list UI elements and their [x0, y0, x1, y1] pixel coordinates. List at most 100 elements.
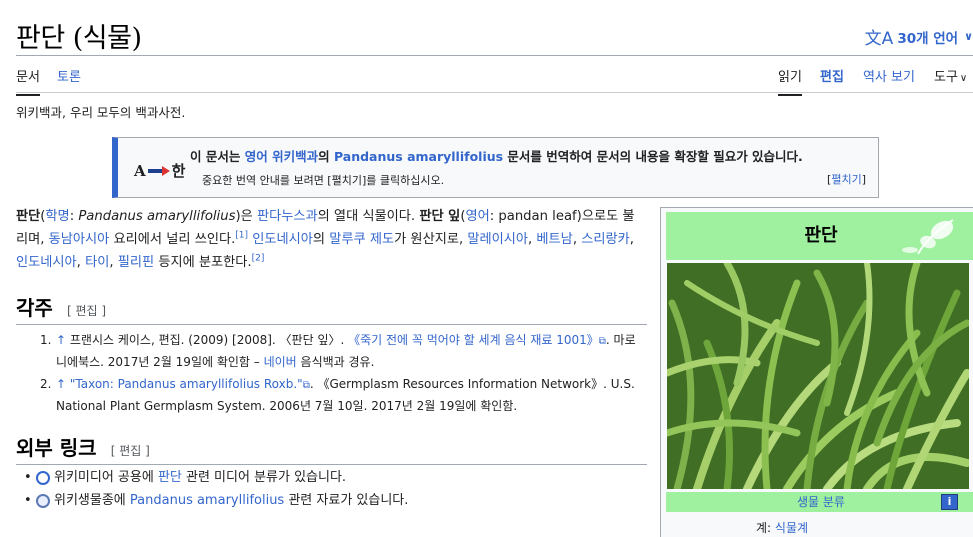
notice-text: 이 문서는: [190, 149, 245, 164]
notice-text: 문서를 번역하여 문서의 내용을 확장할 필요가 있습니다.: [503, 149, 803, 164]
expand-toggle[interactable]: [펼치기]: [827, 171, 866, 187]
term-bold: 판단 잎: [419, 209, 461, 224]
chevron-down-icon: ∨: [959, 73, 968, 84]
naver-link[interactable]: 네이버: [264, 355, 297, 369]
reference-item: 1. ↑ 프랜시스 케이스, 편집. (2009) [2008]. 〈판단 잎〉…: [40, 330, 640, 373]
backlink-arrow[interactable]: ↑: [56, 377, 66, 391]
expand-link[interactable]: 펼치기: [831, 173, 861, 186]
info-icon[interactable]: i: [941, 494, 958, 510]
translation-notice: A 한 이 문서는 영어 위키백과의 Pandanus amaryllifoli…: [112, 137, 879, 198]
ref-external-link[interactable]: "Taxon: Pandanus amaryllifolius Roxb.": [66, 377, 303, 391]
kingdom-row: 계: 식물계: [756, 519, 808, 536]
item-text: 관련 자료가 있습니다.: [284, 493, 409, 508]
external-link-icon: ⧉: [598, 336, 606, 347]
family-link[interactable]: 판다누스과: [257, 209, 318, 224]
section-title: 각주: [16, 296, 53, 320]
text: ,: [109, 255, 118, 270]
backlink-arrow[interactable]: ↑: [56, 333, 66, 347]
english-link[interactable]: 영어: [465, 209, 489, 224]
list-item: 위키미디어 공용에 판단 관련 미디어 분류가 있습니다.: [24, 466, 644, 489]
plant-photo: [667, 263, 969, 489]
vietnam-link[interactable]: 베트남: [536, 232, 572, 247]
text: )은: [235, 209, 257, 224]
page-title: 판단 (식물): [16, 23, 142, 54]
external-link-icon: ⧉: [302, 380, 310, 391]
item-text: 위키생물종에: [54, 493, 130, 508]
text: ,: [76, 255, 86, 270]
wikispecies-link[interactable]: Pandanus amaryllifolius: [130, 493, 284, 508]
notice-icon-from: A: [134, 161, 146, 180]
translate-icon: 文A: [864, 29, 894, 49]
wikispecies-icon: [36, 494, 50, 508]
text: 의 열대 식물이다.: [317, 209, 420, 224]
tab-read[interactable]: 읽기: [778, 66, 802, 96]
ref-number: 2.: [40, 377, 52, 391]
text: 등지에 분포한다.: [154, 255, 252, 270]
section-edit-link[interactable]: [ 편집 ]: [67, 304, 106, 318]
item-text: 위키미디어 공용에: [54, 470, 158, 485]
kingdom-link[interactable]: 식물계: [775, 521, 808, 535]
philippines-link[interactable]: 필리핀: [118, 255, 154, 270]
notice-text: 의: [318, 149, 334, 164]
notice-icon-to: 한: [171, 162, 186, 180]
commons-link[interactable]: 판단: [158, 470, 182, 485]
infobox: 판단 생물 분류 i 계: 식물계: [660, 207, 973, 537]
title-bar: 판단 (식물) 文A 30개 언어 ∨: [16, 0, 973, 56]
notice-main-text: 이 문서는 영어 위키백과의 Pandanus amaryllifolius 문…: [190, 146, 803, 165]
tabs-bar: 문서 토론 읽기 편집 역사 보기 도구 ∨: [16, 57, 973, 96]
intro-paragraph: 판단(학명: Pandanus amaryllifolius)은 판다누스과의 …: [16, 205, 646, 274]
ref-text: 음식백과 경유.: [296, 355, 375, 369]
section-title: 외부 링크: [16, 436, 97, 460]
text: 의: [312, 232, 330, 247]
scientific-name: Pandanus amaryllifolius: [78, 209, 236, 224]
text: ,: [572, 232, 582, 247]
text: 요리에서 널리 쓰인다.: [109, 232, 236, 247]
reference-item: 2. ↑ "Taxon: Pandanus amaryllifolius Rox…: [40, 374, 640, 417]
ref-external-link[interactable]: 《죽기 전에 꼭 먹어야 할 세계 음식 재료 1001》: [348, 333, 599, 347]
item-text: 관련 미디어 분류가 있습니다.: [181, 470, 347, 485]
external-links-list: 위키미디어 공용에 판단 관련 미디어 분류가 있습니다. 위키생물종에 Pan…: [24, 466, 644, 512]
citation-link[interactable]: [1]: [235, 231, 248, 241]
source-article-link[interactable]: Pandanus amaryllifolius: [334, 149, 503, 164]
language-count: 30개 언어: [897, 30, 959, 47]
infobox-title-text: 판단: [804, 225, 838, 246]
tab-tools[interactable]: 도구 ∨: [934, 66, 967, 94]
southeast-asia-link[interactable]: 동남아시아: [49, 232, 110, 247]
citation-link[interactable]: [2]: [252, 254, 265, 264]
infobox-title: 판단: [666, 212, 973, 260]
ref-text: 프랜시스 케이스, 편집. (2009) [2008]. 〈판단 잎〉.: [66, 333, 349, 347]
tab-history[interactable]: 역사 보기: [863, 66, 915, 94]
tools-label: 도구: [934, 70, 958, 85]
pandan-plant-image[interactable]: [667, 263, 969, 489]
classification-link[interactable]: 생물 분류: [797, 495, 845, 509]
translate-arrow-icon: A 한: [134, 160, 185, 181]
tab-edit[interactable]: 편집: [820, 66, 844, 94]
text: ,: [629, 232, 634, 247]
text: 가 원산지로,: [394, 232, 468, 247]
malaysia-link[interactable]: 말레이시아: [467, 232, 528, 247]
kingdom-label: 계:: [756, 521, 772, 535]
sri-lanka-link[interactable]: 스리랑카: [581, 232, 630, 247]
indonesia-link[interactable]: 인도네시아: [16, 255, 77, 270]
references-list: 1. ↑ 프랜시스 케이스, 편집. (2009) [2008]. 〈판단 잎〉…: [40, 330, 640, 418]
plant-leaf-icon: [902, 219, 954, 255]
red-arrow-icon: [147, 165, 170, 176]
maluku-link[interactable]: 말루쿠 제도: [329, 232, 394, 247]
references-heading: 각주 [ 편집 ]: [16, 292, 647, 325]
ref-number: 1.: [40, 333, 52, 347]
site-tagline: 위키백과, 우리 모두의 백과사전.: [16, 105, 186, 120]
binomial-link[interactable]: 학명: [45, 209, 69, 224]
term-bold: 판단: [16, 209, 41, 224]
list-item: 위키생물종에 Pandanus amaryllifolius 관련 자료가 있습…: [24, 489, 644, 512]
section-edit-link[interactable]: [ 편집 ]: [111, 444, 150, 458]
chevron-down-icon: ∨: [964, 30, 973, 43]
english-wikipedia-link[interactable]: 영어 위키백과: [245, 149, 318, 164]
language-button[interactable]: 文A 30개 언어 ∨: [865, 24, 973, 49]
tab-article[interactable]: 문서: [16, 66, 40, 96]
thailand-link[interactable]: 타이: [85, 255, 109, 270]
indonesia-link[interactable]: 인도네시아: [252, 232, 313, 247]
classification-header: 생물 분류 i: [666, 492, 973, 512]
notice-subtext: 중요한 번역 안내를 보려면 [펼치기]를 클릭하십시오.: [202, 174, 445, 187]
external-links-heading: 외부 링크 [ 편집 ]: [16, 432, 647, 465]
tab-talk[interactable]: 토론: [57, 66, 81, 94]
